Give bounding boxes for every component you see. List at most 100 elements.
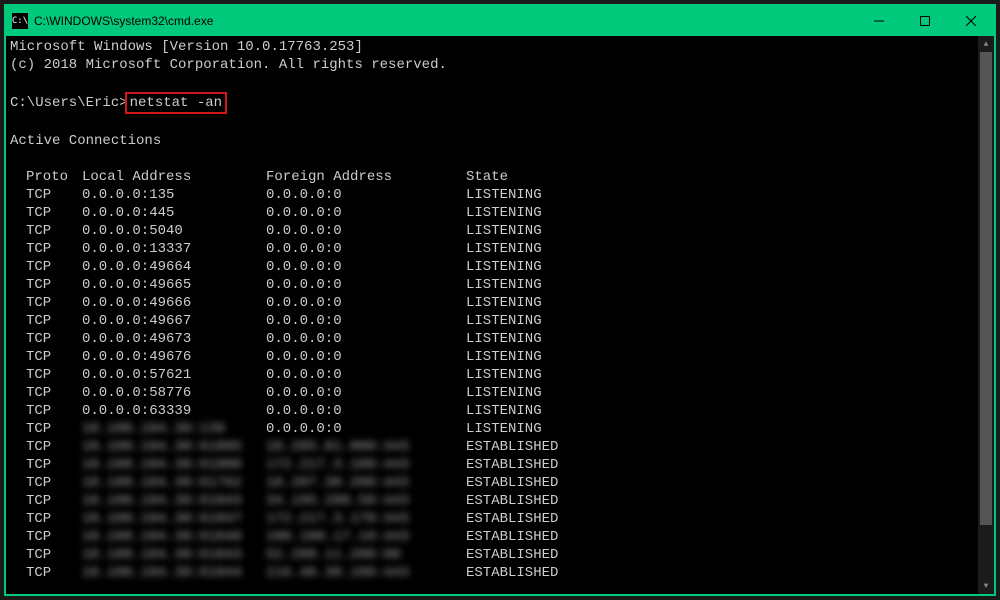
cell-proto: TCP bbox=[26, 564, 82, 582]
cell-proto: TCP bbox=[26, 438, 82, 456]
cmd-window: C:\ C:\WINDOWS\system32\cmd.exe Microsof… bbox=[4, 4, 996, 596]
scroll-up-arrow-icon[interactable]: ▲ bbox=[978, 36, 994, 52]
window-controls bbox=[856, 6, 994, 36]
cell-proto: TCP bbox=[26, 186, 82, 204]
cell-proto: TCP bbox=[26, 240, 82, 258]
close-button[interactable] bbox=[948, 6, 994, 36]
table-row: TCP10.100.104.30:6104334.195.200.50:443E… bbox=[10, 492, 974, 510]
table-row: TCP0.0.0.0:4450.0.0.0:0LISTENING bbox=[10, 204, 974, 222]
banner-line: Microsoft Windows [Version 10.0.17763.25… bbox=[10, 38, 974, 56]
cell-proto: TCP bbox=[26, 312, 82, 330]
cell-state: ESTABLISHED bbox=[466, 528, 558, 546]
cell-local: 0.0.0.0:58776 bbox=[82, 384, 266, 402]
cell-local: 10.100.104.30:61044 bbox=[82, 564, 266, 582]
vertical-scrollbar[interactable]: ▲ ▼ bbox=[978, 36, 994, 594]
cell-foreign: 0.0.0.0:0 bbox=[266, 402, 466, 420]
table-row: TCP0.0.0.0:496650.0.0.0:0LISTENING bbox=[10, 276, 974, 294]
cell-state: ESTABLISHED bbox=[466, 438, 558, 456]
cell-proto: TCP bbox=[26, 258, 82, 276]
table-row: TCP0.0.0.0:496660.0.0.0:0LISTENING bbox=[10, 294, 974, 312]
scroll-track[interactable] bbox=[978, 52, 994, 578]
table-row: TCP0.0.0.0:1350.0.0.0:0LISTENING bbox=[10, 186, 974, 204]
cell-foreign: 0.0.0.0:0 bbox=[266, 186, 466, 204]
table-row: TCP0.0.0.0:576210.0.0.0:0LISTENING bbox=[10, 366, 974, 384]
header-state: State bbox=[466, 168, 508, 186]
cell-state: ESTABLISHED bbox=[466, 492, 558, 510]
cell-local: 10.100.104.30:61000 bbox=[82, 456, 266, 474]
table-row: TCP10.100.104.30:6104352.200.11.200:80ES… bbox=[10, 546, 974, 564]
titlebar[interactable]: C:\ C:\WINDOWS\system32\cmd.exe bbox=[6, 6, 994, 36]
cell-foreign: 0.0.0.0:0 bbox=[266, 276, 466, 294]
window-title: C:\WINDOWS\system32\cmd.exe bbox=[34, 14, 856, 28]
prompt-line: C:\Users\Eric>netstat -an bbox=[10, 92, 974, 114]
table-row: TCP0.0.0.0:496640.0.0.0:0LISTENING bbox=[10, 258, 974, 276]
cell-proto: TCP bbox=[26, 456, 82, 474]
cell-proto: TCP bbox=[26, 222, 82, 240]
cell-proto: TCP bbox=[26, 402, 82, 420]
cell-local: 10.100.104.30:61043 bbox=[82, 546, 266, 564]
cell-proto: TCP bbox=[26, 420, 82, 438]
terminal-output[interactable]: Microsoft Windows [Version 10.0.17763.25… bbox=[6, 36, 978, 594]
cell-foreign: 0.0.0.0:0 bbox=[266, 420, 466, 438]
cell-foreign: 10.205.01.000:443 bbox=[266, 438, 466, 456]
blank-line bbox=[10, 74, 974, 92]
cell-local: 0.0.0.0:49666 bbox=[82, 294, 266, 312]
table-row: TCP0.0.0.0:587760.0.0.0:0LISTENING bbox=[10, 384, 974, 402]
table-row: TCP0.0.0.0:496760.0.0.0:0LISTENING bbox=[10, 348, 974, 366]
cell-state: LISTENING bbox=[466, 204, 542, 222]
cell-state: LISTENING bbox=[466, 186, 542, 204]
cell-state: LISTENING bbox=[466, 420, 542, 438]
cell-local: 0.0.0.0:63339 bbox=[82, 402, 266, 420]
cell-proto: TCP bbox=[26, 294, 82, 312]
cell-foreign: 0.0.0.0:0 bbox=[266, 312, 466, 330]
table-row: TCP0.0.0.0:133370.0.0.0:0LISTENING bbox=[10, 240, 974, 258]
table-row: TCP10.100.104.30:61048100.100.17.10:443E… bbox=[10, 528, 974, 546]
cell-state: ESTABLISHED bbox=[466, 510, 558, 528]
cell-local: 0.0.0.0:445 bbox=[82, 204, 266, 222]
cell-state: LISTENING bbox=[466, 240, 542, 258]
maximize-button[interactable] bbox=[902, 6, 948, 36]
cell-local: 10.100.104.30:61762 bbox=[82, 474, 266, 492]
cell-foreign: 0.0.0.0:0 bbox=[266, 366, 466, 384]
cell-foreign: 0.0.0.0:0 bbox=[266, 294, 466, 312]
section-title: Active Connections bbox=[10, 132, 974, 150]
cell-proto: TCP bbox=[26, 474, 82, 492]
cell-local: 0.0.0.0:57621 bbox=[82, 366, 266, 384]
cell-foreign: 10.207.30.200:443 bbox=[266, 474, 466, 492]
cmd-icon: C:\ bbox=[12, 13, 28, 29]
cell-local: 10.100.104.30:61047 bbox=[82, 510, 266, 528]
table-row: TCP10.100.104.30:1390.0.0.0:0LISTENING bbox=[10, 420, 974, 438]
cell-state: ESTABLISHED bbox=[466, 474, 558, 492]
prompt-path: C:\Users\Eric> bbox=[10, 95, 128, 111]
cell-local: 0.0.0.0:49665 bbox=[82, 276, 266, 294]
table-row: TCP10.100.104.30:61047172.217.3.170:443E… bbox=[10, 510, 974, 528]
blank-line bbox=[10, 150, 974, 168]
scroll-down-arrow-icon[interactable]: ▼ bbox=[978, 578, 994, 594]
cell-proto: TCP bbox=[26, 204, 82, 222]
cell-foreign: 34.195.200.50:443 bbox=[266, 492, 466, 510]
scroll-thumb[interactable] bbox=[980, 52, 992, 525]
cell-foreign: 0.0.0.0:0 bbox=[266, 348, 466, 366]
cell-local: 0.0.0.0:49664 bbox=[82, 258, 266, 276]
cell-state: LISTENING bbox=[466, 330, 542, 348]
cell-proto: TCP bbox=[26, 276, 82, 294]
cell-state: LISTENING bbox=[466, 312, 542, 330]
header-foreign: Foreign Address bbox=[266, 168, 466, 186]
cell-proto: TCP bbox=[26, 528, 82, 546]
command-highlight: netstat -an bbox=[125, 92, 227, 114]
cell-proto: TCP bbox=[26, 330, 82, 348]
table-row: TCP0.0.0.0:633390.0.0.0:0LISTENING bbox=[10, 402, 974, 420]
table-row: TCP10.100.104.30:6176210.207.30.200:443E… bbox=[10, 474, 974, 492]
cell-proto: TCP bbox=[26, 510, 82, 528]
content-area: Microsoft Windows [Version 10.0.17763.25… bbox=[6, 36, 994, 594]
minimize-button[interactable] bbox=[856, 6, 902, 36]
cell-state: LISTENING bbox=[466, 276, 542, 294]
table-row: TCP10.100.104.30:61044216.48.30.100:443E… bbox=[10, 564, 974, 582]
cell-foreign: 52.200.11.200:80 bbox=[266, 546, 466, 564]
cell-foreign: 0.0.0.0:0 bbox=[266, 384, 466, 402]
cell-proto: TCP bbox=[26, 546, 82, 564]
cell-local: 0.0.0.0:49676 bbox=[82, 348, 266, 366]
banner-line: (c) 2018 Microsoft Corporation. All righ… bbox=[10, 56, 974, 74]
header-local: Local Address bbox=[82, 168, 266, 186]
cell-foreign: 0.0.0.0:0 bbox=[266, 240, 466, 258]
